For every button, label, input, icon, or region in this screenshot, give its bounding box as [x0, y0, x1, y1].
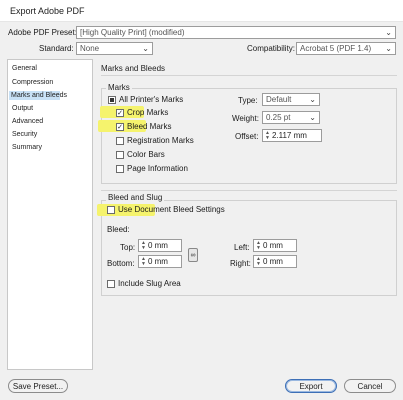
section-divider	[101, 75, 397, 76]
nav-item-output[interactable]: Output	[10, 104, 35, 113]
standard-select[interactable]: None ⌄	[76, 42, 153, 55]
type-value: Default	[266, 95, 292, 104]
nav-item-general[interactable]: General	[10, 64, 39, 73]
bleed-bottom-value: 0 mm	[147, 257, 168, 266]
checkmark-icon: ✓	[117, 123, 123, 131]
spin-arrows-icon[interactable]: ▲ ▼	[141, 256, 146, 267]
bleed-left-stepper[interactable]: ▲ ▼ 0 mm	[253, 239, 297, 252]
include-slug-checkbox[interactable]	[107, 280, 115, 288]
bleed-left-value: 0 mm	[262, 241, 283, 250]
bleed-bottom-label: Bottom:	[107, 259, 135, 268]
compatibility-label: Compatibility:	[247, 44, 296, 53]
window-title: Export Adobe PDF	[10, 6, 85, 16]
registration-marks-checkbox[interactable]	[116, 137, 124, 145]
save-preset-button[interactable]: Save Preset...	[8, 379, 68, 393]
page-information-checkbox[interactable]	[116, 165, 124, 173]
chevron-down-icon: ⌄	[309, 113, 316, 122]
nav-item-security[interactable]: Security	[10, 130, 39, 139]
chevron-down-icon: ⌄	[142, 44, 149, 53]
category-list: General Compression Marks and Bleeds Out…	[7, 59, 93, 370]
bleed-left-label: Left:	[234, 243, 250, 252]
spin-arrows-icon[interactable]: ▲ ▼	[141, 240, 146, 251]
include-slug-label: Include Slug Area	[118, 279, 181, 288]
all-printers-marks-checkbox[interactable]	[108, 96, 116, 104]
preset-select[interactable]: [High Quality Print] (modified) ⌄	[76, 26, 396, 39]
bleed-label: Bleed:	[107, 225, 130, 234]
offset-value: 2.117 mm	[271, 131, 307, 140]
nav-item-summary[interactable]: Summary	[10, 143, 44, 152]
compatibility-value: Acrobat 5 (PDF 1.4)	[300, 44, 372, 53]
bleed-marks-checkbox[interactable]: ✓	[116, 123, 124, 131]
preset-value: [High Quality Print] (modified)	[80, 28, 185, 37]
offset-label: Offset:	[235, 132, 259, 141]
chain-link-icon[interactable]: ∞	[188, 248, 198, 262]
preset-label: Adobe PDF Preset:	[8, 28, 77, 37]
crop-marks-label: Crop Marks	[127, 108, 169, 117]
standard-label: Standard:	[39, 44, 74, 53]
bleed-marks-label: Bleed Marks	[127, 122, 172, 131]
marks-group-title: Marks	[106, 83, 132, 92]
cancel-button[interactable]: Cancel	[344, 379, 396, 393]
checkmark-icon: ✓	[117, 109, 123, 117]
bleed-bottom-stepper[interactable]: ▲ ▼ 0 mm	[138, 255, 182, 268]
page-information-label: Page Information	[127, 164, 188, 173]
type-select[interactable]: Default ⌄	[262, 93, 320, 106]
use-document-bleed-checkbox[interactable]	[107, 206, 115, 214]
use-document-bleed-label: Use Document Bleed Settings	[118, 205, 225, 214]
chevron-down-icon: ⌄	[385, 28, 392, 37]
bleed-top-label: Top:	[120, 243, 136, 252]
spin-arrows-icon[interactable]: ▲ ▼	[256, 256, 261, 267]
nav-item-marks-and-bleeds[interactable]: Marks and Bleeds	[9, 91, 67, 100]
nav-item-compression[interactable]: Compression	[10, 78, 55, 87]
section-title: Marks and Bleeds	[101, 64, 166, 73]
nav-item-advanced[interactable]: Advanced	[10, 117, 45, 126]
crop-marks-checkbox[interactable]: ✓	[116, 109, 124, 117]
export-button[interactable]: Export	[285, 379, 337, 393]
chevron-down-icon: ⌄	[385, 44, 392, 53]
standard-value: None	[80, 44, 100, 53]
bleed-top-value: 0 mm	[147, 241, 168, 250]
bleed-top-stepper[interactable]: ▲ ▼ 0 mm	[138, 239, 182, 252]
type-label: Type:	[238, 96, 258, 105]
all-printers-marks-label: All Printer's Marks	[119, 95, 184, 104]
bleed-slug-title: Bleed and Slug	[106, 193, 165, 202]
offset-stepper[interactable]: ▲ ▼ 2.117 mm	[262, 129, 322, 142]
spin-arrows-icon[interactable]: ▲ ▼	[256, 240, 261, 251]
weight-value: 0.25 pt	[266, 113, 291, 122]
bleed-right-value: 0 mm	[262, 257, 283, 266]
spin-arrows-icon[interactable]: ▲ ▼	[265, 130, 270, 141]
bleed-divider	[101, 190, 397, 191]
chevron-down-icon: ⌄	[309, 95, 316, 104]
registration-marks-label: Registration Marks	[127, 136, 194, 145]
compatibility-select[interactable]: Acrobat 5 (PDF 1.4) ⌄	[296, 42, 396, 55]
color-bars-checkbox[interactable]	[116, 151, 124, 159]
weight-label: Weight:	[232, 114, 259, 123]
color-bars-label: Color Bars	[127, 150, 165, 159]
weight-select[interactable]: 0.25 pt ⌄	[262, 111, 320, 124]
bleed-right-stepper[interactable]: ▲ ▼ 0 mm	[253, 255, 297, 268]
bleed-right-label: Right:	[230, 259, 251, 268]
